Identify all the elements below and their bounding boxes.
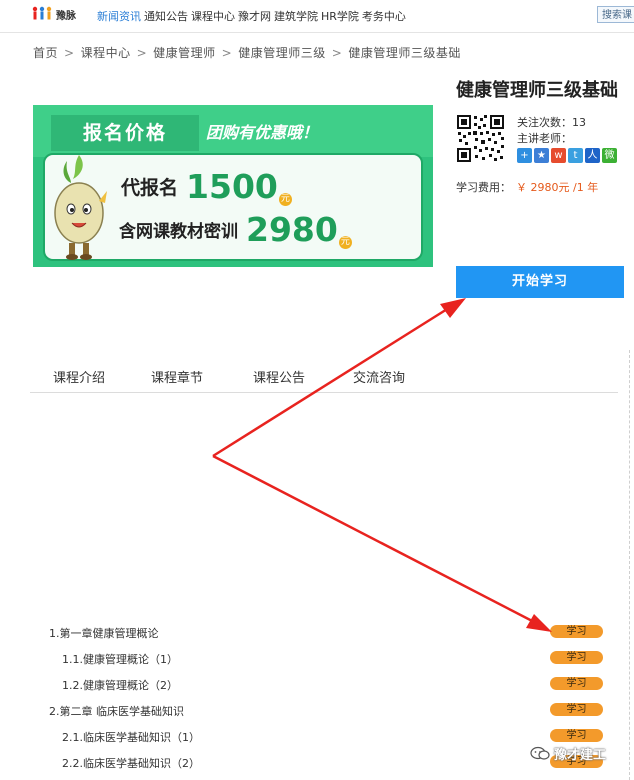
- nav-item-news[interactable]: 新闻资讯: [97, 10, 141, 23]
- nav-item-hr-college[interactable]: HR学院: [321, 10, 359, 23]
- share-more-icon[interactable]: +: [517, 148, 532, 163]
- fee-line: 学习费用： ￥ 2980元 /1 年: [456, 179, 598, 195]
- tab-course-notices[interactable]: 课程公告: [253, 367, 305, 386]
- learn-button[interactable]: 学习: [550, 677, 603, 690]
- share-icons: + ★ w t 人微: [517, 148, 619, 164]
- course-tabs: 课程介绍 课程章节 课程公告 交流咨询: [30, 366, 618, 393]
- banner-slogan: 团购有优惠哦！: [206, 123, 319, 142]
- lesson-item[interactable]: 2.2.临床医学基础知识（2）: [62, 755, 200, 771]
- nav-item-course-center[interactable]: 课程中心: [191, 10, 235, 23]
- logo-text: 豫脉: [56, 11, 76, 22]
- tab-consultation[interactable]: 交流咨询: [353, 367, 405, 386]
- price-label-full: 含网课教材密训: [119, 222, 238, 242]
- breadcrumb: 首页 > 课程中心 > 健康管理师 > 健康管理师三级 > 健康管理师三级基础: [33, 44, 461, 61]
- price-value-agent: 1500: [186, 167, 278, 206]
- qzone-icon[interactable]: ★: [534, 148, 549, 163]
- price-label-agent: 代报名: [121, 177, 179, 199]
- tencent-weibo-icon[interactable]: t: [568, 148, 583, 163]
- lesson-item[interactable]: 1.2.健康管理概论（2）: [62, 677, 178, 693]
- learn-button[interactable]: 学习: [550, 729, 603, 742]
- breadcrumb-health-manager[interactable]: 健康管理师: [153, 46, 216, 60]
- teacher-line: 主讲老师：: [517, 130, 572, 146]
- tab-course-chapters[interactable]: 课程章节: [151, 367, 203, 386]
- price-value-full: 2980: [246, 210, 338, 249]
- yuan-badge: 元: [278, 193, 292, 206]
- follow-count-value: 13: [572, 116, 586, 129]
- site-logo[interactable]: 豫脉: [31, 5, 87, 23]
- breadcrumb-level-three[interactable]: 健康管理师三级: [238, 46, 326, 60]
- teacher-label: 主讲老师：: [517, 132, 572, 145]
- chapter-item[interactable]: 1.第一章健康管理概论: [49, 625, 159, 641]
- wechat-watermark-icon: [530, 746, 550, 760]
- fee-label: 学习费用：: [456, 181, 511, 194]
- main-nav: 新闻资讯 通知公告 课程中心 豫才网 建筑学院 HR学院 考务中心: [97, 8, 409, 24]
- right-divider: [629, 350, 630, 780]
- fee-value: ￥ 2980元 /1 年: [516, 181, 599, 194]
- watermark-text: 豫才建工: [554, 748, 607, 763]
- follow-count-line: 关注次数：13: [517, 114, 586, 130]
- learn-button[interactable]: 学习: [550, 703, 603, 716]
- course-title: 健康管理师三级基础: [456, 80, 618, 101]
- learn-button[interactable]: 学习: [550, 651, 603, 664]
- start-learning-button[interactable]: 开始学习: [456, 266, 624, 298]
- breadcrumb-course-center[interactable]: 课程中心: [81, 46, 131, 60]
- tab-course-intro[interactable]: 课程介绍: [53, 367, 105, 386]
- logo-figures-icon: [32, 6, 52, 20]
- banner-title: 报名价格: [51, 115, 199, 151]
- yuan-badge: 元: [338, 236, 352, 249]
- breadcrumb-separator-icon: >: [331, 46, 343, 60]
- search-button[interactable]: 搜索课: [597, 6, 634, 23]
- top-navigation-bar: 豫脉 新闻资讯 通知公告 课程中心 豫才网 建筑学院 HR学院 考务中心 搜索课: [0, 0, 634, 33]
- arrow-head-icon: [440, 298, 466, 318]
- mascot-icon: [54, 155, 107, 260]
- wechat-icon[interactable]: 微: [602, 148, 617, 163]
- learn-button[interactable]: 学习: [550, 625, 603, 638]
- price-row-agent: 代报名 1500 元: [121, 167, 292, 206]
- breadcrumb-separator-icon: >: [64, 46, 75, 60]
- weibo-icon[interactable]: w: [551, 148, 566, 163]
- nav-item-exam-center[interactable]: 考务中心: [362, 10, 406, 23]
- price-row-full: 含网课教材密训 2980 元: [119, 210, 352, 249]
- renren-icon[interactable]: 人: [585, 148, 600, 163]
- breadcrumb-separator-icon: >: [136, 46, 148, 60]
- chapter-item[interactable]: 2.第二章 临床医学基础知识: [49, 703, 184, 719]
- lesson-item[interactable]: 2.1.临床医学基础知识（1）: [62, 729, 200, 745]
- nav-item-yucai[interactable]: 豫才网: [238, 10, 271, 23]
- nav-item-architecture-college[interactable]: 建筑学院: [274, 10, 318, 23]
- arrow-to-learn-button: [212, 454, 539, 626]
- breadcrumb-separator-icon: >: [221, 46, 233, 60]
- arrow-head-icon: [526, 614, 552, 632]
- nav-item-notices[interactable]: 通知公告: [144, 10, 188, 23]
- breadcrumb-current: 健康管理师三级基础: [348, 46, 461, 60]
- lesson-item[interactable]: 1.1.健康管理概论（1）: [62, 651, 178, 667]
- follow-count-label: 关注次数：: [517, 116, 572, 129]
- course-banner-image: 报名价格 团购有优惠哦！ 代报名 1500 元 含网课教材密训 2980 元: [33, 105, 433, 267]
- watermark: 豫才建工: [520, 742, 632, 766]
- breadcrumb-home[interactable]: 首页: [33, 46, 58, 60]
- qr-code-icon[interactable]: [456, 114, 505, 163]
